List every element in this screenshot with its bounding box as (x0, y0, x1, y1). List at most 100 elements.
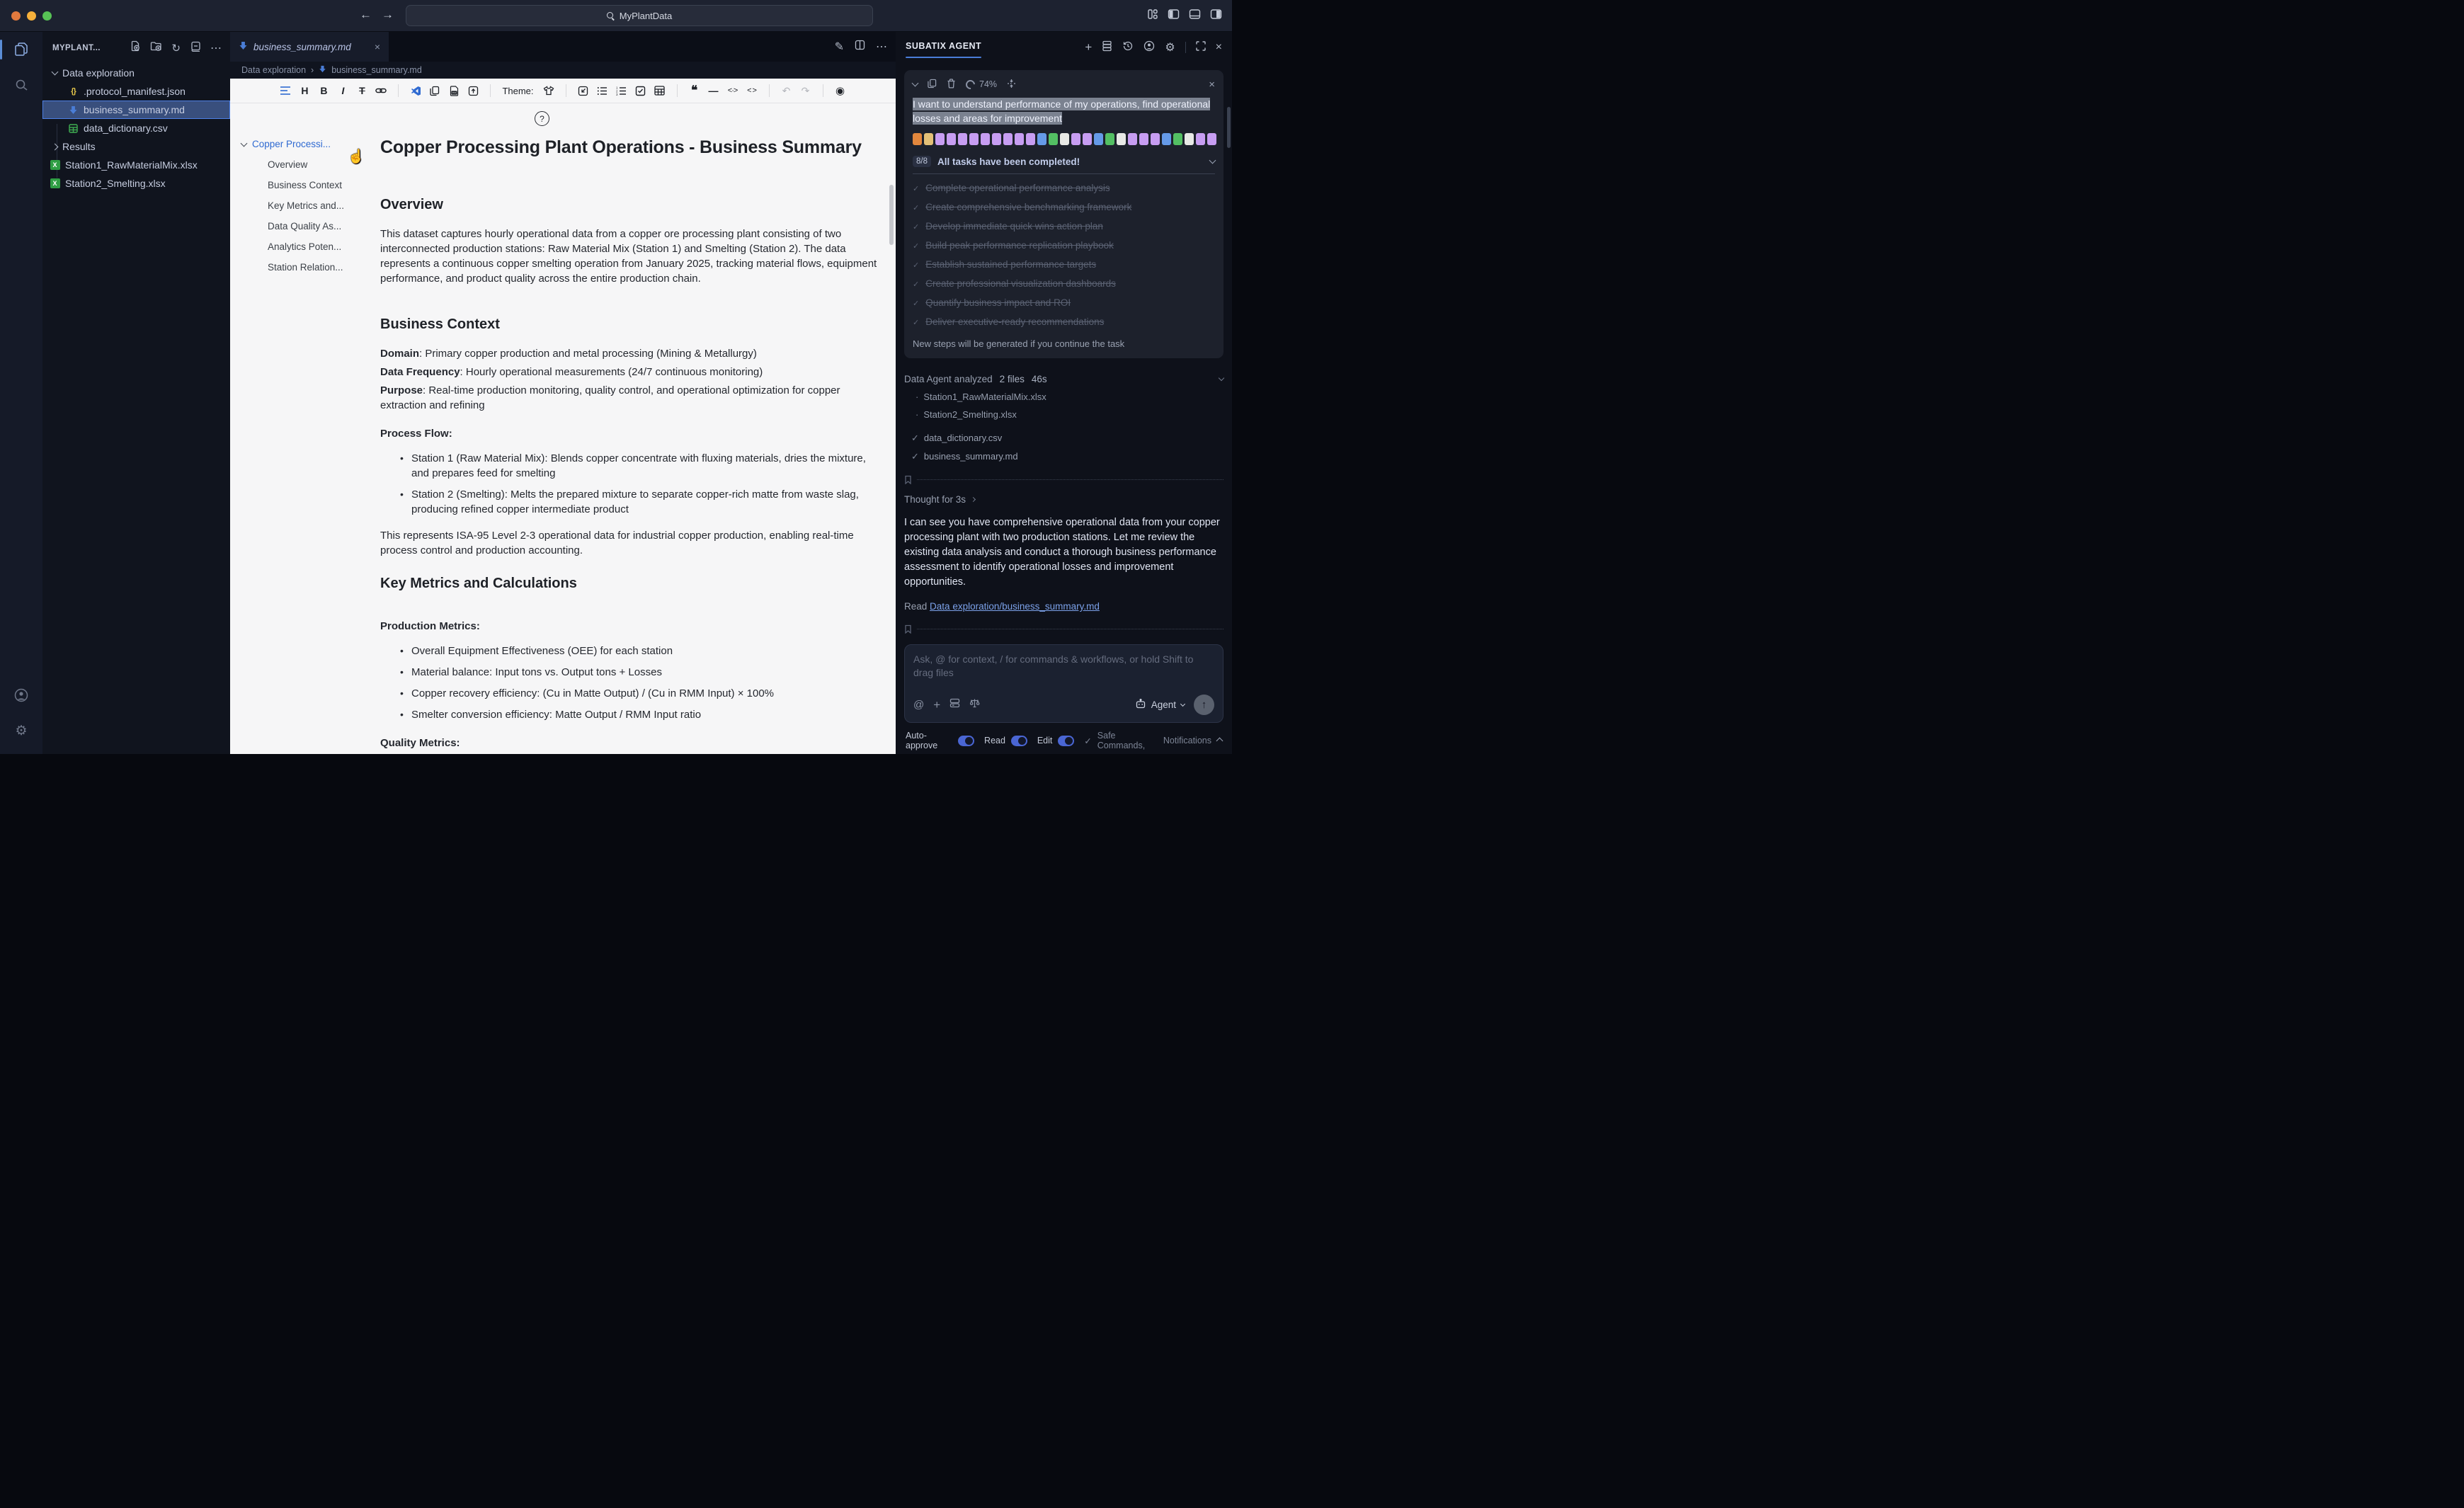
breadcrumb-file[interactable]: business_summary.md (331, 65, 422, 75)
outline-item[interactable]: Data Quality As... (241, 216, 376, 236)
breadcrumb-folder[interactable]: Data exploration (241, 65, 306, 75)
read-toggle[interactable] (1010, 735, 1027, 746)
tree-file-protocol-manifest[interactable]: {} .protocol_manifest.json (42, 82, 230, 101)
bold-icon[interactable]: B (318, 84, 329, 98)
outline-toggle-icon[interactable] (280, 84, 291, 98)
blockquote-icon[interactable]: ❝ (689, 84, 700, 98)
theme-icon[interactable] (543, 84, 554, 98)
collapse-vertical-icon[interactable] (1007, 79, 1016, 91)
trash-icon[interactable] (947, 78, 956, 91)
chevron-down-icon[interactable] (1209, 156, 1216, 164)
tree-folder-results[interactable]: Results (42, 137, 230, 156)
link-icon[interactable] (375, 84, 387, 98)
heading-icon[interactable]: H (299, 84, 310, 98)
checked-file[interactable]: ✓ business_summary.md (911, 451, 1224, 462)
edit-mode-icon[interactable]: ✎ (835, 40, 844, 54)
explorer-icon[interactable] (0, 32, 42, 67)
code-block-icon[interactable]: < > (746, 84, 758, 98)
command-search-field[interactable]: MyPlantData (406, 5, 873, 26)
settings-gear-icon[interactable]: ⚙ (0, 713, 42, 748)
toggle-left-sidebar-icon[interactable] (1168, 8, 1180, 20)
context-chip[interactable] (1196, 133, 1205, 145)
new-file-icon[interactable] (130, 40, 141, 55)
context-chip[interactable] (1139, 133, 1148, 145)
insert-image-icon[interactable] (578, 84, 589, 98)
undo-icon[interactable]: ↶ (781, 84, 792, 98)
editor-more-icon[interactable]: ⋯ (876, 40, 887, 54)
context-chip[interactable] (958, 133, 967, 145)
back-arrow-icon[interactable]: ← (360, 8, 372, 22)
fullscreen-icon[interactable] (1195, 40, 1206, 55)
rules-scales-icon[interactable] (969, 698, 980, 712)
more-actions-icon[interactable]: ⋯ (210, 41, 222, 55)
chevron-down-icon[interactable] (911, 79, 919, 87)
numbered-list-icon[interactable]: 123 (616, 84, 627, 98)
toggle-right-sidebar-icon[interactable] (1210, 8, 1222, 20)
close-card-icon[interactable]: × (1209, 79, 1215, 91)
outline-item[interactable]: Analytics Poten... (241, 236, 376, 257)
breadcrumb[interactable]: Data exploration › business_summary.md (230, 62, 896, 79)
outline-item[interactable]: Station Relation... (241, 257, 376, 278)
analyzed-file[interactable]: · Station2_Smelting.xlsx (916, 409, 1224, 420)
context-chip[interactable] (1060, 133, 1069, 145)
new-chat-icon[interactable]: + (1085, 40, 1092, 55)
horizontal-rule-icon[interactable]: — (708, 84, 719, 98)
server-icon[interactable] (1102, 40, 1112, 55)
context-chip[interactable] (1105, 133, 1114, 145)
context-chip[interactable] (1083, 133, 1092, 145)
tree-folder-data-exploration[interactable]: Data exploration (42, 64, 230, 82)
agent-scrollbar[interactable] (1227, 107, 1231, 148)
context-chip[interactable] (1173, 133, 1182, 145)
context-chip[interactable] (947, 133, 956, 145)
context-chip[interactable] (1049, 133, 1058, 145)
outline-item[interactable]: Business Context (241, 175, 376, 195)
attach-icon[interactable]: + (933, 698, 940, 712)
send-button[interactable]: ↑ (1194, 695, 1214, 715)
copy-icon[interactable] (928, 79, 937, 91)
tree-file-business-summary[interactable]: business_summary.md (42, 101, 230, 119)
context-chip[interactable] (935, 133, 945, 145)
mode-selector-label[interactable]: Agent (1151, 699, 1176, 710)
settings-gear-icon[interactable]: ⚙ (1165, 40, 1175, 55)
edit-toggle[interactable] (1058, 735, 1075, 746)
strikethrough-icon[interactable]: T (356, 84, 367, 98)
account-icon[interactable] (0, 678, 42, 713)
traffic-light-zoom[interactable] (42, 11, 52, 21)
mention-icon[interactable]: @ (913, 699, 924, 711)
context-chip[interactable] (969, 133, 979, 145)
tab-business-summary[interactable]: business_summary.md × (230, 32, 389, 62)
checkbox-icon[interactable] (635, 84, 646, 98)
agent-tab-title[interactable]: SUBATIX AGENT (906, 41, 982, 58)
chevron-down-icon[interactable] (1218, 375, 1225, 382)
export-pdf-icon[interactable]: PDF (448, 84, 460, 98)
forward-arrow-icon[interactable]: → (382, 8, 394, 22)
redo-icon[interactable]: ↷ (800, 84, 811, 98)
bullet-list-icon[interactable] (597, 84, 608, 98)
analyzed-file[interactable]: · Station1_RawMaterialMix.xlsx (916, 392, 1224, 402)
refresh-icon[interactable]: ↻ (171, 42, 181, 55)
read-file-link[interactable]: Data exploration/business_summary.md (930, 601, 1100, 612)
context-chip[interactable] (992, 133, 1001, 145)
italic-icon[interactable]: I (337, 84, 348, 98)
split-editor-icon[interactable] (855, 40, 865, 54)
context-chip[interactable] (1151, 133, 1160, 145)
auto-approve-toggle[interactable] (958, 735, 975, 746)
outline-item[interactable]: Key Metrics and... (241, 195, 376, 216)
context-chip[interactable] (1003, 133, 1013, 145)
context-chip[interactable] (981, 133, 990, 145)
traffic-light-close[interactable] (11, 11, 21, 21)
vscode-icon[interactable] (410, 84, 421, 98)
tree-file-station1[interactable]: X Station1_RawMaterialMix.xlsx (42, 156, 230, 174)
sources-icon[interactable] (949, 698, 960, 712)
tree-file-data-dictionary[interactable]: data_dictionary.csv (42, 119, 230, 137)
tree-file-station2[interactable]: X Station2_Smelting.xlsx (42, 174, 230, 193)
context-chip[interactable] (1037, 133, 1046, 145)
context-chip[interactable] (1128, 133, 1137, 145)
new-folder-icon[interactable] (150, 40, 162, 55)
tab-close-icon[interactable]: × (375, 41, 380, 52)
copy-icon[interactable] (429, 84, 440, 98)
document-scrollbar[interactable] (889, 185, 894, 245)
search-sidebar-icon[interactable] (0, 67, 42, 103)
checked-file[interactable]: ✓ data_dictionary.csv (911, 433, 1224, 444)
collapse-folders-icon[interactable] (190, 40, 201, 55)
